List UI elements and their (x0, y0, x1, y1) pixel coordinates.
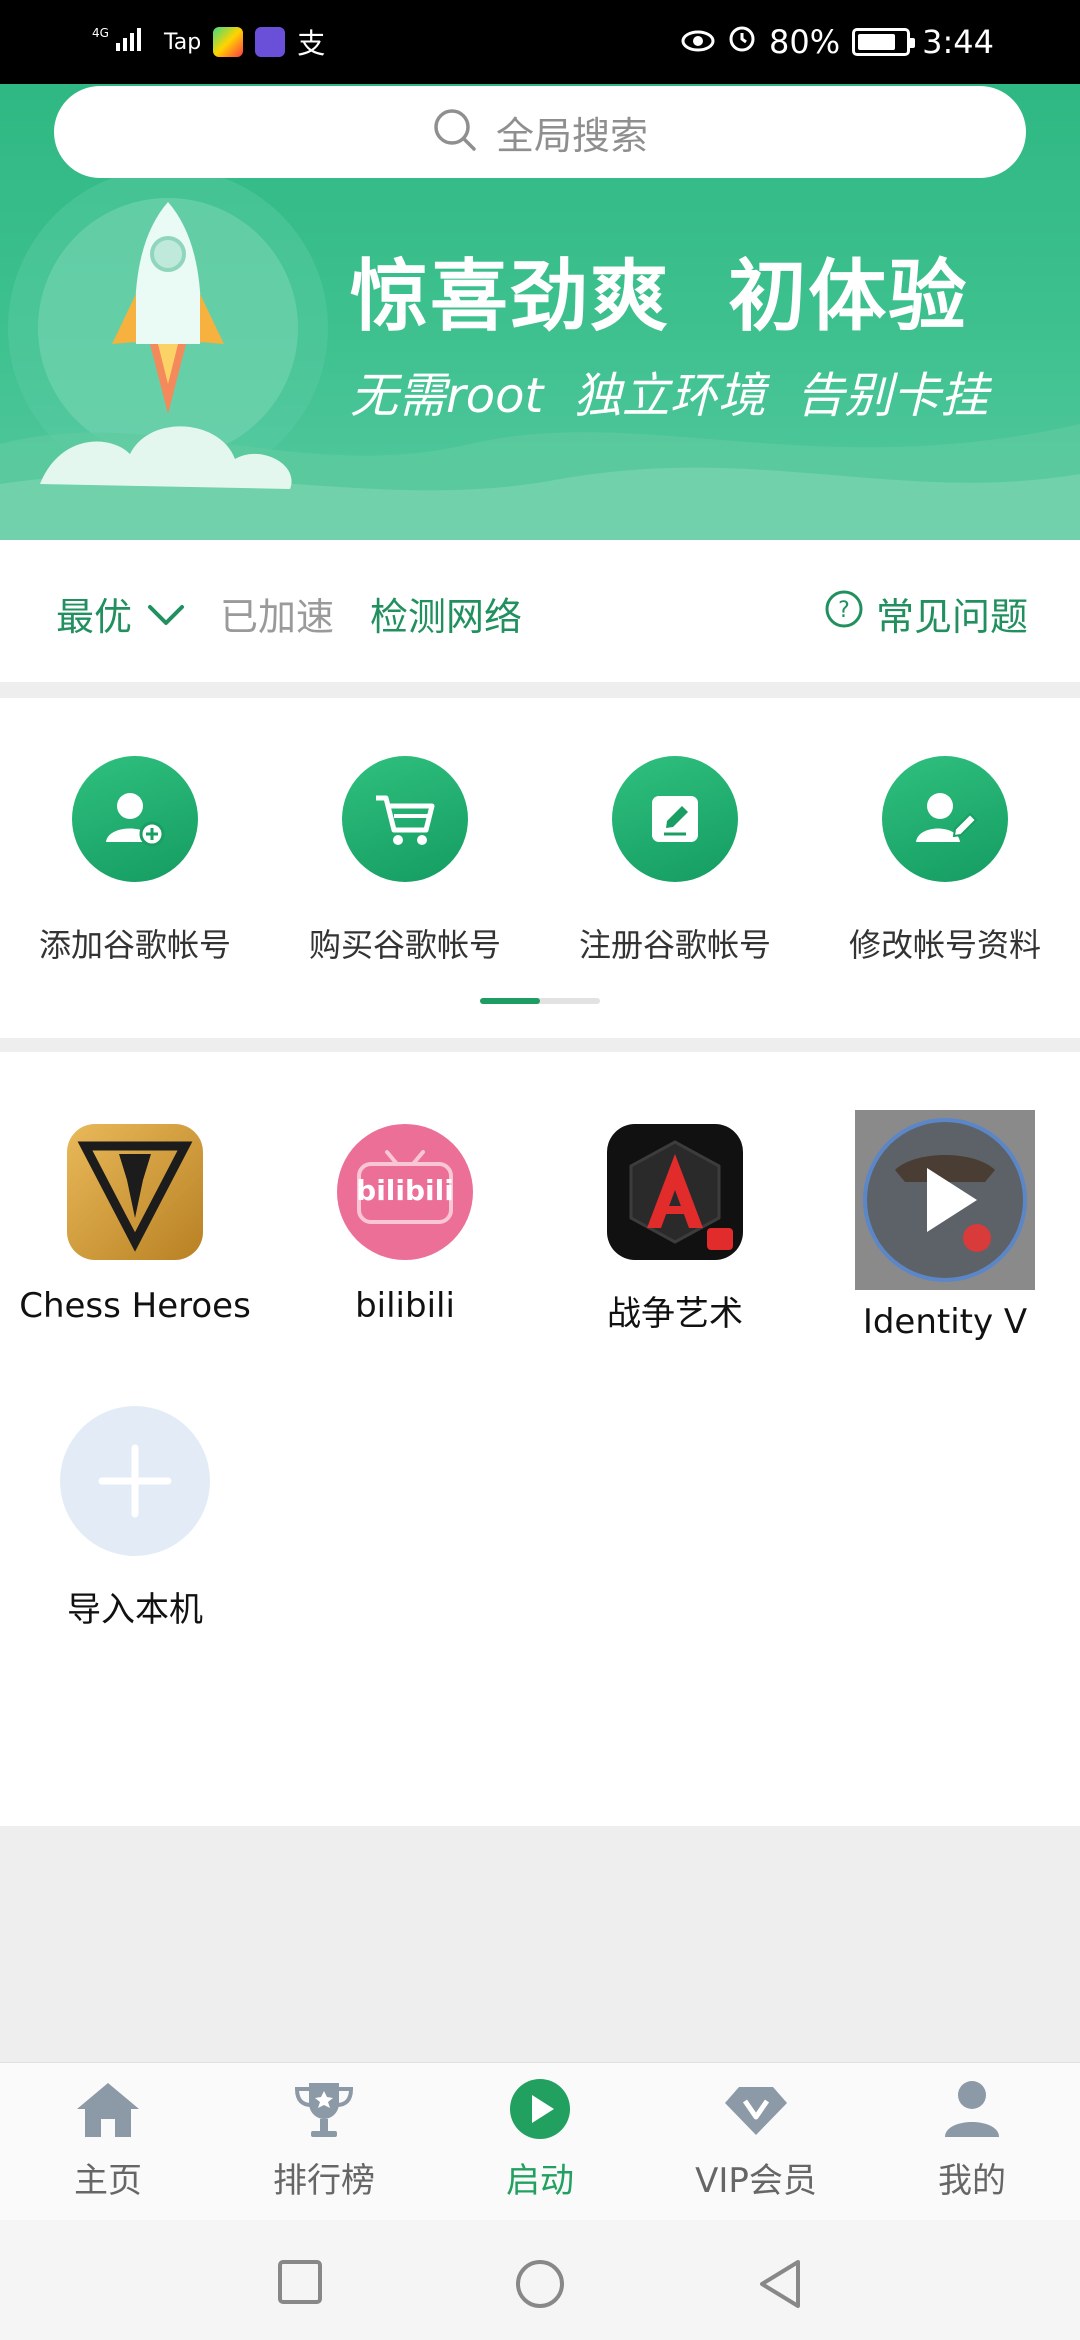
vip-icon (721, 2077, 791, 2145)
global-search-input[interactable]: 全局搜索 (54, 86, 1026, 178)
home-button[interactable] (514, 2258, 566, 2314)
action-label: 修改帐号资料 (848, 926, 1041, 964)
question-icon: ? (824, 589, 864, 638)
user-edit-icon (882, 756, 1008, 882)
section-divider (0, 682, 1080, 698)
banner-subtitle: 无需root 独立环境 告别卡挂 (350, 368, 989, 424)
eye-icon (681, 23, 715, 61)
edit-account-profile-button[interactable]: 修改帐号资料 (810, 756, 1080, 966)
play-store-icon (213, 27, 244, 57)
search-icon (432, 107, 478, 157)
faq-button[interactable]: ? 常见问题 (824, 586, 1028, 641)
nav-profile[interactable]: 我的 (864, 2077, 1080, 2202)
page-indicator (480, 998, 600, 1004)
signal-icon: 4G (92, 23, 152, 61)
search-placeholder: 全局搜索 (495, 113, 648, 158)
page-indicator-active (480, 998, 540, 1004)
app-bilibili[interactable]: bilibili bilibili (270, 1124, 540, 1326)
action-label: 添加谷歌帐号 (38, 926, 231, 964)
svg-text:4G: 4G (92, 26, 109, 40)
app-label: 战争艺术 (607, 1294, 743, 1334)
alipay-icon: 支 (297, 27, 326, 60)
app-identity-v[interactable]: Identity V (810, 1110, 1080, 1342)
nav-vip[interactable]: VIP会员 (648, 2077, 864, 2202)
trophy-icon (289, 2077, 359, 2145)
bilibili-icon: bilibili (337, 1124, 473, 1260)
chess-heroes-icon (67, 1124, 203, 1260)
action-label: 注册谷歌帐号 (578, 926, 771, 964)
add-google-account-button[interactable]: 添加谷歌帐号 (0, 756, 270, 966)
register-google-account-button[interactable]: 注册谷歌帐号 (540, 756, 810, 966)
check-network-button[interactable]: 检测网络 (370, 586, 522, 641)
nav-label: 主页 (74, 2161, 142, 2201)
app-label: Identity V (862, 1302, 1028, 1342)
clock: 3:44 (922, 23, 994, 61)
status-right: 80% 3:44 (681, 0, 994, 84)
nav-label: 启动 (506, 2161, 574, 2201)
app-label: 导入本机 (67, 1590, 203, 1630)
account-actions: 添加谷歌帐号 购买谷歌帐号 注册谷歌帐号 修改帐号资料 (0, 698, 1080, 1038)
accel-status: 已加速 (220, 595, 335, 639)
system-nav-bar (0, 2220, 1080, 2340)
faq-label: 常见问题 (875, 595, 1028, 639)
status-bar: 4G Tap 支 80% 3:44 (0, 0, 1080, 84)
app-label: bilibili (355, 1286, 455, 1326)
status-left: 4G Tap 支 (92, 0, 325, 84)
app-chess-heroes[interactable]: Chess Heroes (0, 1124, 270, 1326)
back-button[interactable] (756, 2258, 804, 2314)
add-user-icon (72, 756, 198, 882)
play-icon (505, 2077, 575, 2145)
import-local-app-button[interactable]: 导入本机 (0, 1406, 270, 1631)
chevron-down-icon (146, 592, 186, 636)
alarm-icon (727, 23, 757, 61)
app-label: Chess Heroes (19, 1286, 251, 1326)
identity-v-icon (855, 1110, 1035, 1290)
profile-icon (937, 2077, 1007, 2145)
svg-text:?: ? (838, 598, 850, 623)
app-notification-icon (255, 27, 286, 57)
home-icon (73, 2077, 143, 2145)
bilibili-wordmark: bilibili (356, 1174, 454, 1207)
cart-icon (342, 756, 468, 882)
nav-home[interactable]: 主页 (0, 2077, 216, 2202)
nav-ranking[interactable]: 排行榜 (216, 2077, 432, 2202)
section-divider (0, 1038, 1080, 1052)
plus-icon (60, 1406, 210, 1556)
art-of-war-icon (607, 1124, 743, 1260)
node-selector[interactable]: 最优 (56, 586, 186, 641)
promo-banner[interactable]: 全局搜索 惊喜劲爽 初体验 无需root 独立环境 告别卡挂 (0, 84, 1080, 540)
battery-level (858, 34, 896, 50)
app-grid: Chess Heroes bilibili bilibili 战争艺术 Iden… (0, 1052, 1080, 1826)
nav-launch[interactable]: 启动 (432, 2077, 648, 2202)
network-row: 最优 已加速 检测网络 ? 常见问题 (0, 540, 1080, 682)
nav-label: 我的 (938, 2161, 1006, 2201)
action-label: 购买谷歌帐号 (308, 926, 501, 964)
battery-icon (852, 28, 916, 56)
nav-label: 排行榜 (273, 2161, 375, 2201)
buy-google-account-button[interactable]: 购买谷歌帐号 (270, 756, 540, 966)
banner-title: 惊喜劲爽 初体验 (350, 252, 969, 342)
bottom-nav: 主页 排行榜 启动 VIP会员 我的 (0, 2062, 1080, 2220)
tap-app-label: Tap (164, 29, 202, 55)
nav-label: VIP会员 (695, 2161, 817, 2201)
app-art-of-war[interactable]: 战争艺术 (540, 1124, 810, 1335)
battery-percent: 80% (769, 23, 841, 61)
recents-button[interactable] (276, 2258, 324, 2310)
empty-area (0, 1826, 1080, 2062)
node-mode: 最优 (56, 595, 133, 639)
edit-icon (612, 756, 738, 882)
